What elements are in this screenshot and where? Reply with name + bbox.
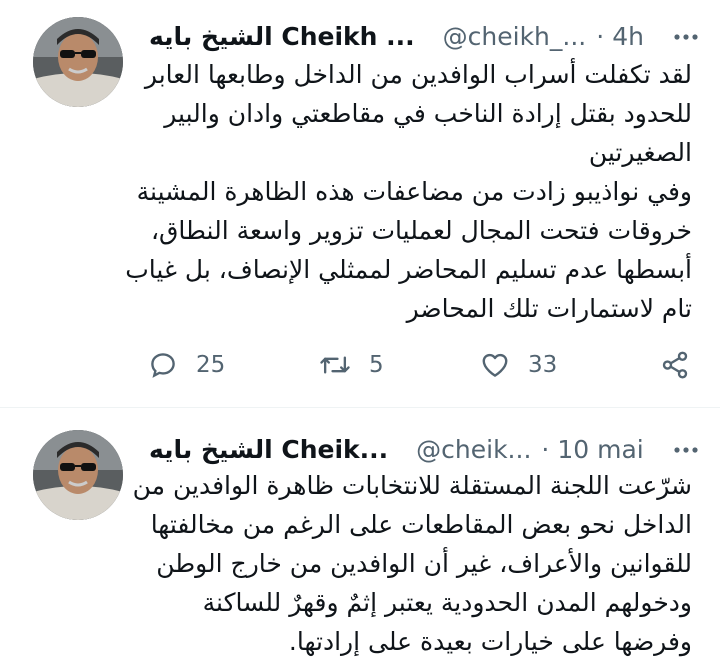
- tweet-text-line: لقد تكفلت أسراب الوافدين من الداخل وطابع…: [144, 60, 692, 89]
- tweet-text-line: شرّعت اللجنة المستقلة للانتخابات ظاهرة ا…: [132, 471, 692, 500]
- separator: ·: [596, 21, 605, 51]
- tweet[interactable]: الشيخ بايه Cheikh ... @cheikh_... · 4h ل…: [0, 0, 720, 408]
- tweet[interactable]: الشيخ بايه Cheik... @cheik... · 10 mai ش…: [0, 408, 720, 672]
- retweet-icon: [319, 350, 351, 380]
- more-dots-icon[interactable]: [672, 436, 700, 470]
- retweet-count: 5: [369, 352, 384, 378]
- tweet-text-line: وفرضها على خيارات بعيدة على إرادتها.: [288, 627, 692, 656]
- tweet-text-line: تام لاستمارات تلك المحاضر: [406, 294, 692, 323]
- tweet-text-line: ودخولهم المدن الحدودية يعتبر إثمٌ وقهرٌ …: [202, 588, 692, 617]
- more-dots-icon[interactable]: [672, 23, 700, 57]
- tweet-text-line: للقوانين والأعراف، غير أن الوافدين من خا…: [156, 549, 692, 578]
- heart-icon: [480, 350, 510, 380]
- tweet-text: شرّعت اللجنة المستقلة للانتخابات ظاهرة ا…: [132, 466, 692, 661]
- reply-icon: [148, 350, 178, 380]
- user-handle[interactable]: @cheikh_...: [443, 22, 587, 51]
- timestamp[interactable]: 10 mai: [557, 435, 643, 464]
- like-count: 33: [528, 352, 558, 378]
- display-name[interactable]: الشيخ بايه Cheikh ...: [149, 22, 415, 51]
- avatar[interactable]: [33, 430, 123, 520]
- reply-count: 25: [196, 352, 226, 378]
- timestamp[interactable]: 4h: [612, 22, 644, 51]
- share-button[interactable]: [660, 350, 690, 380]
- tweet-text-line: وفي نواذيبو زادت من مضاعفات هذه الظاهرة …: [136, 177, 692, 206]
- tweet-text-line: للحدود بقتل إرادة الناخب في مقاطعتي وادا…: [164, 99, 692, 128]
- tweet-actions: 25 5 33: [148, 345, 690, 385]
- tweet-text-line: أبسطها عدم تسليم المحاضر لممثلي الإنصاف،…: [125, 255, 692, 284]
- like-button[interactable]: 33: [480, 350, 557, 380]
- tweet-text-line: الصغيرتين: [588, 138, 692, 167]
- tweet-text-line: الداخل نحو بعض المقاطعات على الرغم من مخ…: [150, 510, 692, 539]
- share-icon: [660, 350, 690, 380]
- tweet-text: لقد تكفلت أسراب الوافدين من الداخل وطابع…: [125, 55, 692, 328]
- separator: ·: [541, 434, 550, 464]
- retweet-button[interactable]: 5: [319, 350, 384, 380]
- display-name[interactable]: الشيخ بايه Cheik...: [149, 435, 388, 464]
- reply-button[interactable]: 25: [148, 350, 225, 380]
- tweet-text-line: خروقات فتحت المجال لعمليات تزوير واسعة ا…: [150, 216, 692, 245]
- avatar[interactable]: [33, 17, 123, 107]
- user-handle[interactable]: @cheik...: [416, 435, 531, 464]
